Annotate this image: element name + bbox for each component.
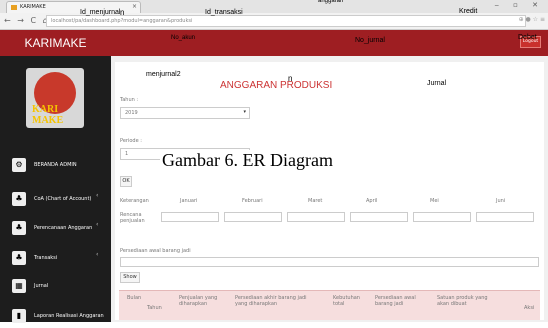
- persediaan-input[interactable]: [120, 257, 539, 267]
- overlay-label: anggaran: [318, 0, 344, 4]
- april-input[interactable]: [350, 212, 408, 222]
- month-header: Januari: [180, 198, 198, 204]
- overlay-label: Id_transaksi: [205, 9, 243, 16]
- overlay-label: Kredit: [459, 8, 478, 15]
- col-persediaan-awal: Persediaan awal barang jadi: [375, 295, 416, 307]
- periode-label: Periode :: [120, 138, 142, 144]
- col-bulan: Bulan: [127, 295, 142, 301]
- chevron-left-icon: ‹: [96, 221, 99, 228]
- url-text: localhost/pa/dashboard.php?modul=anggara…: [51, 18, 193, 24]
- chevron-left-icon: ‹: [96, 251, 99, 258]
- tahun-select[interactable]: 2019 ▾: [120, 107, 250, 119]
- favicon-icon: [11, 5, 17, 10]
- url-field[interactable]: localhost/pa/dashboard.php?modul=anggara…: [46, 15, 526, 27]
- tahun-label: Tahun :: [120, 97, 139, 103]
- overlay-label: Id_menjurnal: [80, 9, 121, 16]
- tab-title: KARIMAKE: [20, 4, 46, 10]
- sidebar-item-transaksi[interactable]: ♣ Transaksi ‹: [0, 248, 111, 270]
- overlay-label: n: [120, 8, 125, 17]
- logo: KARI MAKE: [26, 68, 84, 128]
- sidebar-item-label: BERANDA ADMIN: [34, 162, 77, 168]
- sitemap-icon: ♣: [12, 192, 26, 206]
- persediaan-label: Persediaan awal barang jadi: [120, 248, 191, 254]
- ok-button[interactable]: OK: [120, 176, 132, 187]
- table-header: Bulan Tahun Penjualan yang diharapkan Pe…: [119, 290, 540, 320]
- chevron-left-icon: ‹: [96, 192, 99, 199]
- col-satuan-produk: Satuan produk yang akan dibuat: [437, 295, 488, 307]
- maret-input[interactable]: [287, 212, 345, 222]
- overlay-label: Debet: [518, 34, 537, 41]
- qrcode-icon: ▦: [12, 279, 26, 293]
- januari-input[interactable]: [161, 212, 219, 222]
- rencana-penjualan-label: Rencana penjualan: [120, 212, 145, 224]
- overlay-label: menjurnal2: [146, 71, 181, 78]
- page-title: ANGGARAN PRODUKSI: [220, 80, 333, 91]
- sitemap-icon: ♣: [12, 221, 26, 235]
- sidebar-item-laporan[interactable]: ▮ Laporan Realisasi Anggaran: [0, 306, 111, 328]
- figure-caption: Gambar 6. ER Diagram: [160, 150, 335, 171]
- mei-input[interactable]: [413, 212, 471, 222]
- month-header: April: [366, 198, 378, 204]
- sidebar-item-label: Jurnal: [34, 283, 49, 289]
- sidebar: KARIMAKE KARI MAKE ⚙ BERANDA ADMIN ♣ CoA…: [0, 30, 111, 323]
- col-persediaan-akhir: Persediaan akhir barang jadi yang dihara…: [235, 295, 307, 307]
- chevron-down-icon: ▾: [243, 109, 246, 115]
- sidebar-item-beranda-admin[interactable]: ⚙ BERANDA ADMIN: [0, 155, 111, 177]
- overlay-label: No_akun: [171, 35, 196, 41]
- tahun-value: 2019: [125, 110, 138, 116]
- dashboard-icon: ⚙: [12, 158, 26, 172]
- top-bar: Logout: [111, 30, 548, 56]
- tab-close-icon[interactable]: ×: [132, 3, 137, 10]
- brand-title[interactable]: KARIMAKE: [0, 30, 111, 56]
- col-aksi: Aksi: [524, 305, 535, 311]
- overlay-label: n: [288, 74, 293, 83]
- juni-input[interactable]: [476, 212, 534, 222]
- col-penjualan: Penjualan yang diharapkan: [179, 295, 218, 307]
- col-kebutuhan-total: Kebutuhan total: [333, 295, 360, 307]
- show-button[interactable]: Show: [120, 272, 140, 283]
- month-header: Mei: [430, 198, 439, 204]
- month-header: Juni: [496, 198, 506, 204]
- sitemap-icon: ♣: [12, 251, 26, 265]
- month-header: Maret: [308, 198, 323, 204]
- periode-value: 1: [125, 151, 129, 157]
- chart-icon: ▮: [12, 309, 26, 323]
- nav-buttons[interactable]: ← → C ⌂: [4, 16, 50, 25]
- month-header: Keterangan: [120, 198, 149, 204]
- sidebar-item-label: CoA (Chart of Account): [34, 196, 92, 202]
- sidebar-item-label: Perencanaan Anggaran: [34, 225, 93, 231]
- browser-icons[interactable]: ⊕ ● ☆ ≡: [519, 16, 545, 23]
- overlay-label: No_jurnal: [355, 37, 385, 44]
- logo-text: KARI MAKE: [32, 104, 64, 126]
- sidebar-item-jurnal[interactable]: ▦ Jurnal: [0, 276, 111, 298]
- month-header: Februari: [242, 198, 263, 204]
- februari-input[interactable]: [224, 212, 282, 222]
- sidebar-item-label: Transaksi: [34, 255, 58, 261]
- sidebar-item-perencanaan-anggaran[interactable]: ♣ Perencanaan Anggaran ‹: [0, 218, 111, 240]
- sidebar-item-label: Laporan Realisasi Anggaran: [34, 313, 104, 319]
- window-controls[interactable]: ‒ ▫ ✕: [494, 1, 544, 9]
- col-tahun: Tahun: [147, 305, 162, 311]
- content-panel: ANGGARAN PRODUKSI Tahun : 2019 ▾ Periode…: [115, 62, 544, 320]
- sidebar-item-coa[interactable]: ♣ CoA (Chart of Account) ‹: [0, 189, 111, 211]
- overlay-label: Jurnal: [427, 80, 447, 87]
